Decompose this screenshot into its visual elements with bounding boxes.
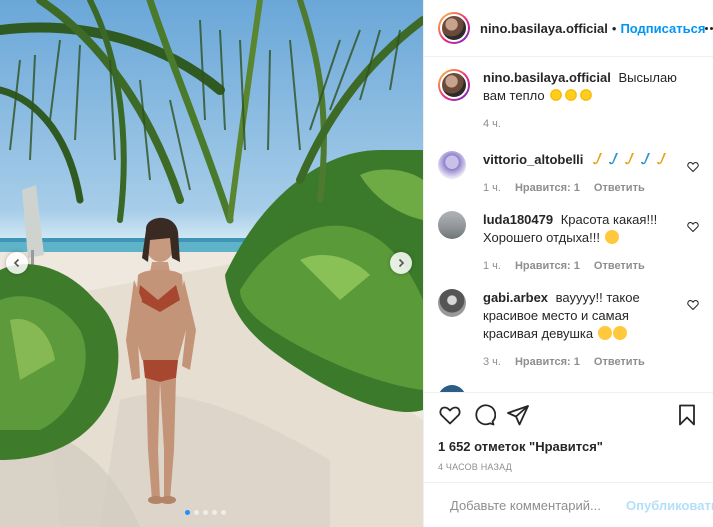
comment-bubble-icon[interactable]: [472, 403, 496, 427]
comment-likes[interactable]: Нравится: 1: [515, 353, 580, 371]
like-comment-heart-icon[interactable]: [687, 161, 699, 173]
next-slide-button[interactable]: [390, 252, 412, 274]
like-comment-heart-icon[interactable]: [687, 299, 699, 311]
instagram-post: nino.basilaya.official • Подписаться nin…: [0, 0, 713, 527]
posted-time[interactable]: 4 ЧАСОВ НАЗАД: [438, 462, 699, 472]
saxophone-emoji-group: [591, 152, 671, 167]
sun-icon: [579, 88, 594, 102]
author-username[interactable]: nino.basilaya.official: [480, 21, 608, 36]
comments-list[interactable]: nino.basilaya.official Высылаю вам тепло…: [424, 57, 713, 392]
like-heart-icon[interactable]: [438, 403, 462, 427]
reply-button[interactable]: Ответить: [594, 179, 645, 197]
comment-item: gabi.arbex вауууу!! такое красивое место…: [438, 289, 699, 371]
sun-icon: [549, 88, 564, 102]
saxophone-icon: [657, 153, 667, 165]
carousel-dot: [212, 510, 217, 515]
comment-time[interactable]: 1 ч.: [483, 257, 501, 275]
commenter-avatar[interactable]: [438, 289, 466, 317]
saxophone-icon: [609, 153, 619, 165]
sun-icon: [564, 88, 579, 102]
previous-slide-button[interactable]: [6, 252, 28, 274]
reply-button[interactable]: Ответить: [594, 353, 645, 371]
comment-username[interactable]: luda180479: [483, 212, 553, 227]
comment-likes[interactable]: Нравится: 1: [515, 257, 580, 275]
comment-item: vittorio_altobelli 1 ч. Нравится: 1 Отве…: [438, 151, 699, 197]
comment-time[interactable]: 3 ч.: [483, 353, 501, 371]
caption-avatar[interactable]: [438, 69, 470, 101]
caption: nino.basilaya.official Высылаю вам тепло…: [438, 69, 699, 133]
caption-username[interactable]: nino.basilaya.official: [483, 70, 611, 85]
heart-eyes-emoji-group: [597, 326, 627, 341]
comment-username[interactable]: vittorio_altobelli: [483, 152, 583, 167]
more-options-icon[interactable]: [705, 26, 713, 30]
sun-emoji-group: [548, 88, 594, 103]
heart-eyes-icon: [597, 326, 612, 340]
carousel-dot: [194, 510, 199, 515]
carousel-dot: [185, 510, 190, 515]
saxophone-icon: [625, 153, 635, 165]
author-avatar[interactable]: [438, 12, 470, 44]
publish-button[interactable]: Опубликовать: [626, 498, 713, 513]
reply-button[interactable]: Ответить: [594, 257, 645, 275]
heart-eyes-icon: [612, 326, 627, 340]
comment-item-partial: [438, 385, 699, 392]
carousel-indicator: [185, 510, 226, 515]
chevron-right-icon: [398, 258, 405, 268]
likes-count[interactable]: 1 652 отметок "Нравится": [438, 439, 699, 454]
save-bookmark-icon[interactable]: [675, 403, 699, 427]
share-paper-plane-icon[interactable]: [506, 403, 530, 427]
chevron-left-icon: [13, 258, 20, 268]
carousel-dot: [203, 510, 208, 515]
post-photo[interactable]: [0, 0, 423, 527]
comment-time[interactable]: 1 ч.: [483, 179, 501, 197]
post-actions: 1 652 отметок "Нравится" 4 ЧАСОВ НАЗАД: [424, 392, 713, 482]
add-comment-input[interactable]: [450, 497, 626, 513]
follow-button[interactable]: Подписаться: [620, 21, 705, 36]
like-comment-heart-icon[interactable]: [687, 221, 699, 233]
commenter-avatar[interactable]: [438, 151, 466, 179]
post-header: nino.basilaya.official • Подписаться: [424, 0, 713, 57]
saxophone-icon: [593, 153, 603, 165]
comment-item: luda180479 Красота какая!!! Хорошего отд…: [438, 211, 699, 275]
add-comment-bar: Опубликовать: [424, 482, 713, 527]
comment-likes[interactable]: Нравится: 1: [515, 179, 580, 197]
caption-time[interactable]: 4 ч.: [483, 115, 501, 133]
header-separator: •: [611, 20, 617, 36]
commenter-avatar[interactable]: [438, 211, 466, 239]
saxophone-icon: [641, 153, 651, 165]
carousel-dot: [221, 510, 226, 515]
smiling-face-icon: [604, 230, 619, 244]
beach-scene-image: [0, 0, 423, 527]
post-side-panel: nino.basilaya.official • Подписаться nin…: [423, 0, 713, 527]
commenter-avatar[interactable]: [438, 385, 466, 392]
comment-username[interactable]: gabi.arbex: [483, 290, 548, 305]
